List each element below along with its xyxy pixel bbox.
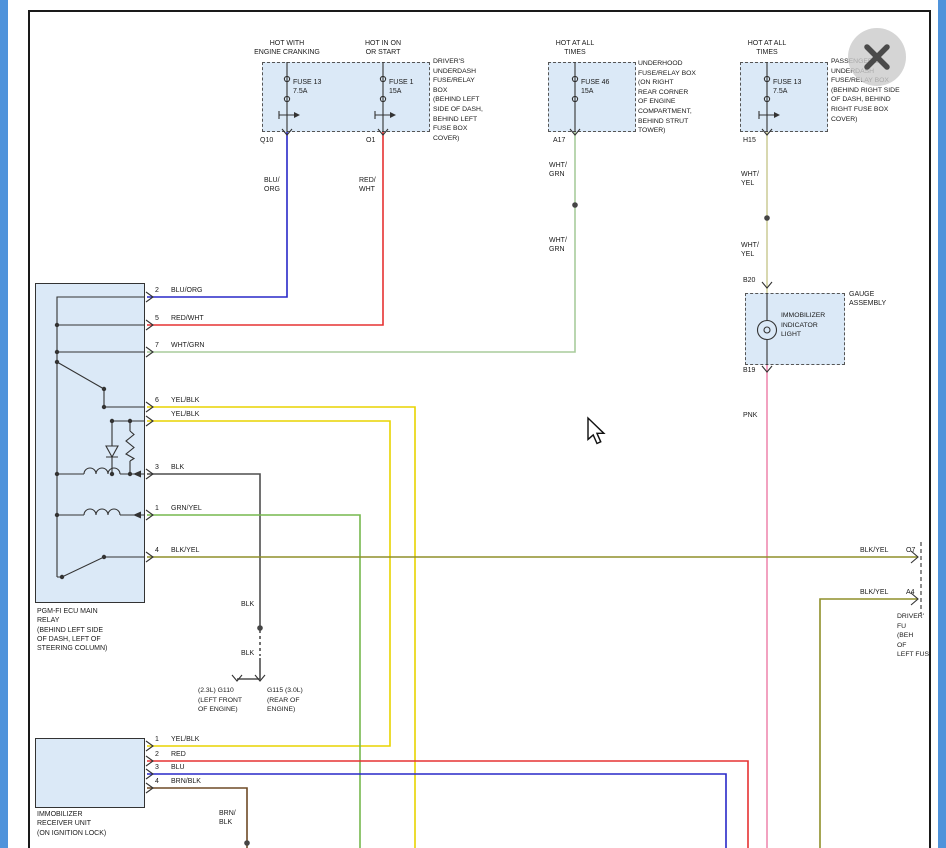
wire-blu-org — [147, 132, 287, 297]
receiver-label: IMMOBILIZER RECEIVER UNIT (ON IGNITION L… — [37, 810, 147, 838]
relay-pin-num: 7 — [155, 341, 159, 350]
header-hot-in-on-or-start: HOT IN ON OR START — [341, 39, 425, 58]
connector-q10: Q10 — [260, 136, 273, 145]
wiring-diagram-page: HOT WITH ENGINE CRANKING HOT IN ON OR ST… — [0, 0, 946, 848]
receiver-pin-wire: YEL/BLK — [171, 735, 199, 744]
relay-pin-wire: BLK/YEL — [171, 546, 199, 555]
receiver-pin-num: 4 — [155, 777, 159, 786]
junction-dots — [244, 202, 770, 846]
wire-grn-yel — [147, 515, 360, 848]
fuse-name: FUSE 13 — [293, 78, 321, 87]
right-connector-wire-o7: BLK/YEL — [860, 546, 888, 555]
wire-label-blu-org: BLU/ ORG — [264, 176, 280, 195]
header-hot-at-all-times-1: HOT AT ALL TIMES — [533, 39, 617, 58]
resistor-symbol — [126, 431, 134, 461]
receiver-pin-wire: BLU — [171, 763, 185, 772]
ground-g110-label: (2.3L) G110 (LEFT FRONT OF ENGINE) — [198, 686, 242, 715]
fuse-name: FUSE 46 — [581, 78, 609, 87]
wire-label-blk-1: BLK — [241, 600, 254, 609]
relay-pin-num: 2 — [155, 286, 159, 295]
close-button[interactable] — [848, 28, 906, 86]
right-connector-pin-a4: A4 — [906, 588, 915, 597]
relay-internal-circuit — [55, 297, 145, 579]
wire-red-wht — [147, 132, 383, 325]
left-edge-strip — [0, 0, 8, 848]
relay-pin-num: 1 — [155, 504, 159, 513]
relay-pin-wire: YEL/BLK — [171, 396, 199, 405]
fuse-rating: 7.5A — [773, 87, 801, 96]
immobilizer-indicator-light-label: IMMOBILIZER INDICATOR LIGHT — [781, 311, 825, 340]
receiver-pin-num: 3 — [155, 763, 159, 772]
wire-label-pnk: PNK — [743, 411, 757, 420]
header-hot-at-all-times-2: HOT AT ALL TIMES — [725, 39, 809, 58]
relay-pin-num: 6 — [155, 396, 159, 405]
relay-pin-wire: RED/WHT — [171, 314, 204, 323]
right-connector-wire-a4: BLK/YEL — [860, 588, 888, 597]
fuse-name: FUSE 13 — [773, 78, 801, 87]
wire-label-wht-yel-2: WHT/ YEL — [741, 241, 759, 260]
relay-pin-wire: GRN/YEL — [171, 504, 202, 513]
receiver-pin-wire: BRN/BLK — [171, 777, 201, 786]
coil-symbol-b — [84, 509, 120, 515]
wire-label-brn-blk: BRN/ BLK — [219, 809, 236, 828]
connector-h15: H15 — [743, 136, 756, 145]
header-hot-with-engine-cranking: HOT WITH ENGINE CRANKING — [245, 39, 329, 58]
wire-label-wht-grn-2: WHT/ GRN — [549, 236, 567, 255]
underhood-fusebox-note: UNDERHOOD FUSE/RELAY BOX (ON RIGHT REAR … — [638, 59, 696, 136]
fuse-output-arrows — [279, 111, 780, 119]
coil-symbol-a — [84, 468, 120, 474]
close-icon — [848, 28, 906, 86]
right-connector-pin-o7: O7 — [906, 546, 915, 555]
fuse-46-label: FUSE 4615A — [581, 78, 609, 97]
gauge-assembly-label: GAUGE ASSEMBLY — [849, 290, 886, 309]
right-edge-clipped-note: DRIVER' FU (BEH OF LEFT FUS — [897, 612, 929, 660]
relay-pin-wire: WHT/GRN — [171, 341, 204, 350]
fuse-13-driver-label: FUSE 137.5A — [293, 78, 321, 97]
wire-label-wht-yel-1: WHT/ YEL — [741, 170, 759, 189]
wire-wht-grn — [147, 132, 575, 352]
connector-a17: A17 — [553, 136, 565, 145]
fuse-symbols — [284, 76, 769, 101]
pin-b19: B19 — [743, 366, 755, 375]
pin-b20: B20 — [743, 276, 755, 285]
driver-fusebox-note: DRIVER'S UNDERDASH FUSE/RELAY BOX (BEHIN… — [433, 57, 483, 143]
fuse-rating: 15A — [389, 87, 414, 96]
right-edge-strip — [938, 0, 946, 848]
fuse-1-label: FUSE 115A — [389, 78, 414, 97]
diode-symbol — [106, 446, 118, 457]
wire-label-wht-grn-1: WHT/ GRN — [549, 161, 567, 180]
relay-pin-num: 5 — [155, 314, 159, 323]
wire-blk-ground — [237, 658, 260, 679]
fuse-rating: 7.5A — [293, 87, 321, 96]
fuse-rating: 15A — [581, 87, 609, 96]
fuse-name: FUSE 1 — [389, 78, 414, 87]
wire-label-red-wht: RED/ WHT — [359, 176, 376, 195]
receiver-pin-num: 1 — [155, 735, 159, 744]
receiver-pin-num: 2 — [155, 750, 159, 759]
relay-label: PGM-FI ECU MAIN RELAY (BEHIND LEFT SIDE … — [37, 607, 127, 653]
receiver-pin-wire: RED — [171, 750, 186, 759]
wire-label-blk-2: BLK — [241, 649, 254, 658]
relay-pin-num: 4 — [155, 546, 159, 555]
relay-pin-wire: YEL/BLK — [171, 410, 199, 419]
immobilizer-indicator-light-symbol — [758, 293, 777, 365]
fuse-13-passenger-label: FUSE 137.5A — [773, 78, 801, 97]
relay-pin-wire: BLK — [171, 463, 184, 472]
connector-arrows — [146, 129, 918, 793]
relay-pin-wire: BLU/ORG — [171, 286, 203, 295]
connector-o1: O1 — [366, 136, 375, 145]
ground-g115-label: G115 (3.0L) (REAR OF ENGINE) — [267, 686, 303, 715]
relay-pin-num: 3 — [155, 463, 159, 472]
